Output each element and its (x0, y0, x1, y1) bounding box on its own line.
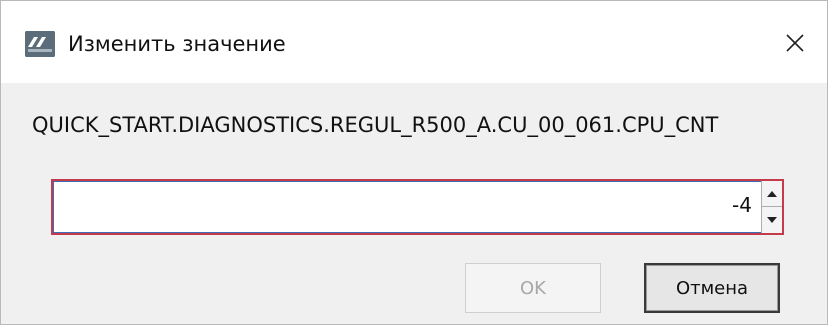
window-title: Изменить значение (68, 32, 286, 56)
dialog-window: Изменить значение QUICK_START.DIAGNOSTIC… (0, 0, 828, 325)
cancel-button[interactable]: Отмена (644, 263, 780, 313)
spin-buttons (761, 181, 782, 233)
chevron-up-icon (767, 190, 777, 197)
tag-path-label: QUICK_START.DIAGNOSTICS.REGUL_R500_A.CU_… (32, 113, 719, 137)
value-input[interactable] (452, 193, 752, 217)
spin-up-button[interactable] (762, 181, 782, 207)
cancel-button-label: Отмена (675, 277, 749, 299)
app-logo-icon (25, 31, 55, 57)
ok-button[interactable]: OK (465, 263, 601, 313)
close-icon (786, 34, 804, 52)
title-bar: Изменить значение (1, 1, 827, 83)
chevron-down-icon (767, 217, 777, 223)
value-spinbox[interactable] (51, 179, 784, 235)
ok-button-label: OK (520, 277, 546, 299)
close-button[interactable] (773, 21, 817, 65)
spin-down-button[interactable] (762, 207, 782, 233)
